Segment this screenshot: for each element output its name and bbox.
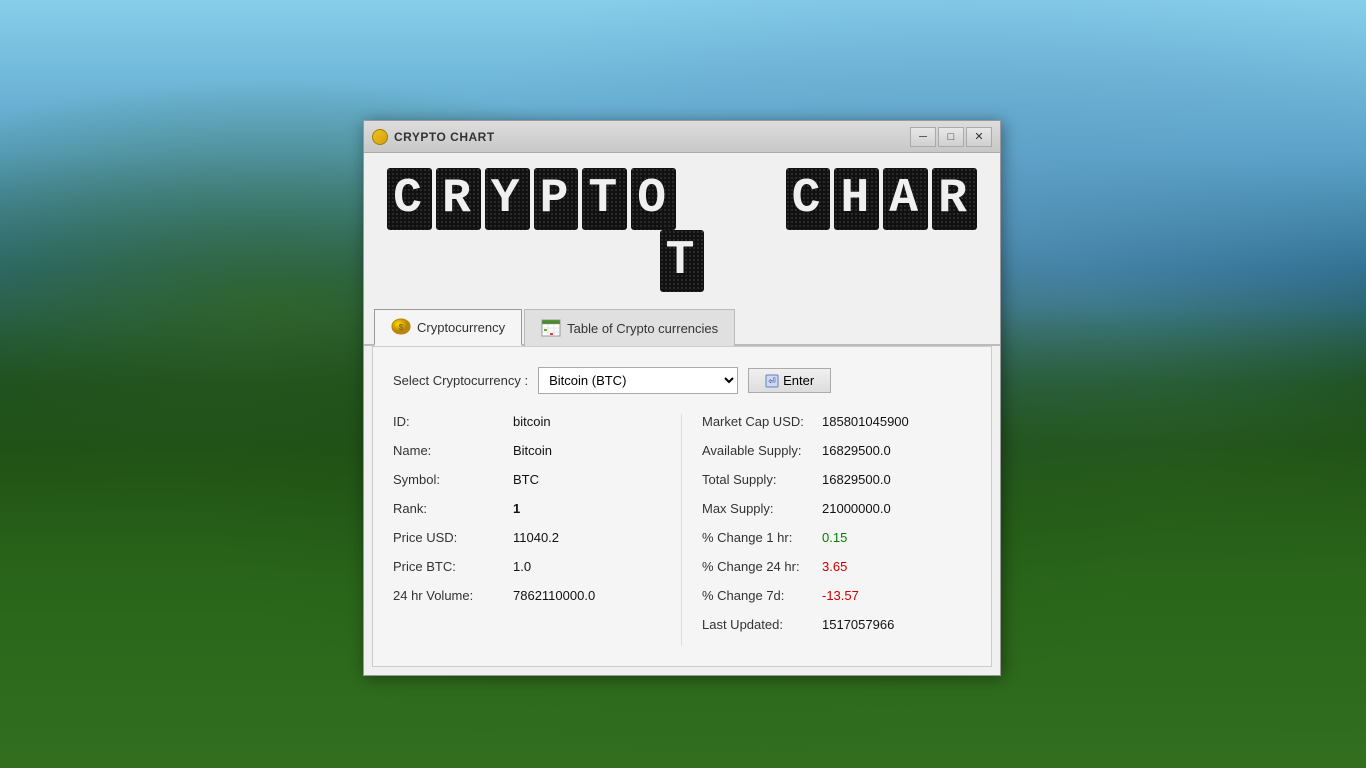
value-max-supply: 21000000.0 xyxy=(822,501,891,516)
data-row-change-24hr: % Change 24 hr: 3.65 xyxy=(702,559,951,574)
value-total-supply: 16829500.0 xyxy=(822,472,891,487)
table-icon xyxy=(541,319,561,337)
label-change-1hr: % Change 1 hr: xyxy=(702,530,822,545)
enter-button-label: Enter xyxy=(783,373,814,388)
value-change-1hr: 0.15 xyxy=(822,530,847,545)
data-row-change-7d: % Change 7d: -13.57 xyxy=(702,588,951,603)
label-market-cap: Market Cap USD: xyxy=(702,414,822,429)
tab-bar: $ Cryptocurrency xyxy=(364,307,1000,346)
data-row-market-cap: Market Cap USD: 185801045900 xyxy=(702,414,951,429)
value-change-7d: -13.57 xyxy=(822,588,859,603)
label-change-24hr: % Change 24 hr: xyxy=(702,559,822,574)
title-char-r2: R xyxy=(932,168,977,230)
title-char-h: H xyxy=(834,168,879,230)
content-area: Select Cryptocurrency : Bitcoin (BTC) Et… xyxy=(372,346,992,667)
app-window: CRYPTO CHART ─ □ ✕ CRYPTO CHART $ xyxy=(363,120,1001,676)
titlebar-title: CRYPTO CHART xyxy=(394,130,910,144)
value-symbol: BTC xyxy=(513,472,539,487)
data-row-max-supply: Max Supply: 21000000.0 xyxy=(702,501,951,516)
title-char-y: Y xyxy=(485,168,530,230)
label-price-btc: Price BTC: xyxy=(393,559,513,574)
title-char-r: R xyxy=(436,168,481,230)
value-name: Bitcoin xyxy=(513,443,552,458)
title-char-a: A xyxy=(883,168,928,230)
value-volume: 7862110000.0 xyxy=(513,588,595,603)
select-label: Select Cryptocurrency : xyxy=(393,373,528,388)
label-volume: 24 hr Volume: xyxy=(393,588,513,603)
label-price-usd: Price USD: xyxy=(393,530,513,545)
data-row-last-updated: Last Updated: 1517057966 xyxy=(702,617,951,632)
value-market-cap: 185801045900 xyxy=(822,414,909,429)
tab-table-label: Table of Crypto currencies xyxy=(567,321,718,336)
data-grid: ID: bitcoin Name: Bitcoin Symbol: BTC Ra… xyxy=(393,414,971,646)
tab-cryptocurrency-label: Cryptocurrency xyxy=(417,320,505,335)
label-last-updated: Last Updated: xyxy=(702,617,822,632)
tab-table[interactable]: Table of Crypto currencies xyxy=(524,309,735,346)
close-button[interactable]: ✕ xyxy=(966,127,992,147)
value-price-usd: 11040.2 xyxy=(513,530,559,545)
right-data-section: Market Cap USD: 185801045900 Available S… xyxy=(682,414,971,646)
title-char-o: O xyxy=(631,168,676,230)
data-row-price-usd: Price USD: 11040.2 xyxy=(393,530,651,545)
app-header: CRYPTO CHART xyxy=(364,153,1000,307)
value-change-24hr: 3.65 xyxy=(822,559,847,574)
label-name: Name: xyxy=(393,443,513,458)
minimize-button[interactable]: ─ xyxy=(910,127,936,147)
left-data-section: ID: bitcoin Name: Bitcoin Symbol: BTC Ra… xyxy=(393,414,682,646)
label-rank: Rank: xyxy=(393,501,513,516)
value-id: bitcoin xyxy=(513,414,551,429)
value-last-updated: 1517057966 xyxy=(822,617,894,632)
svg-text:$: $ xyxy=(399,323,404,332)
enter-button[interactable]: ⏎ Enter xyxy=(748,368,831,393)
value-avail-supply: 16829500.0 xyxy=(822,443,891,458)
value-price-btc: 1.0 xyxy=(513,559,531,574)
tab-cryptocurrency[interactable]: $ Cryptocurrency xyxy=(374,309,522,346)
titlebar-icon xyxy=(372,129,388,145)
titlebar: CRYPTO CHART ─ □ ✕ xyxy=(364,121,1000,153)
title-char-p: P xyxy=(534,168,579,230)
data-row-rank: Rank: 1 xyxy=(393,501,651,516)
title-char-c2: C xyxy=(786,168,831,230)
value-rank: 1 xyxy=(513,501,520,516)
cryptocurrency-select[interactable]: Bitcoin (BTC) Ethereum (ETH) Ripple (XRP… xyxy=(538,367,738,394)
label-symbol: Symbol: xyxy=(393,472,513,487)
title-char-t: T xyxy=(582,168,627,230)
label-change-7d: % Change 7d: xyxy=(702,588,822,603)
titlebar-buttons: ─ □ ✕ xyxy=(910,127,992,147)
data-row-volume: 24 hr Volume: 7862110000.0 xyxy=(393,588,651,603)
coin-icon: $ xyxy=(391,318,411,336)
title-char-c: C xyxy=(387,168,432,230)
maximize-button[interactable]: □ xyxy=(938,127,964,147)
label-total-supply: Total Supply: xyxy=(702,472,822,487)
data-row-price-btc: Price BTC: 1.0 xyxy=(393,559,651,574)
svg-text:⏎: ⏎ xyxy=(768,376,776,386)
data-row-symbol: Symbol: BTC xyxy=(393,472,651,487)
data-row-id: ID: bitcoin xyxy=(393,414,651,429)
enter-icon: ⏎ xyxy=(765,374,779,388)
label-id: ID: xyxy=(393,414,513,429)
app-title: CRYPTO CHART xyxy=(384,168,980,292)
data-row-avail-supply: Available Supply: 16829500.0 xyxy=(702,443,951,458)
data-row-total-supply: Total Supply: 16829500.0 xyxy=(702,472,951,487)
data-row-change-1hr: % Change 1 hr: 0.15 xyxy=(702,530,951,545)
label-avail-supply: Available Supply: xyxy=(702,443,822,458)
select-row: Select Cryptocurrency : Bitcoin (BTC) Et… xyxy=(393,367,971,394)
label-max-supply: Max Supply: xyxy=(702,501,822,516)
title-char-t: T xyxy=(660,230,705,292)
data-row-name: Name: Bitcoin xyxy=(393,443,651,458)
